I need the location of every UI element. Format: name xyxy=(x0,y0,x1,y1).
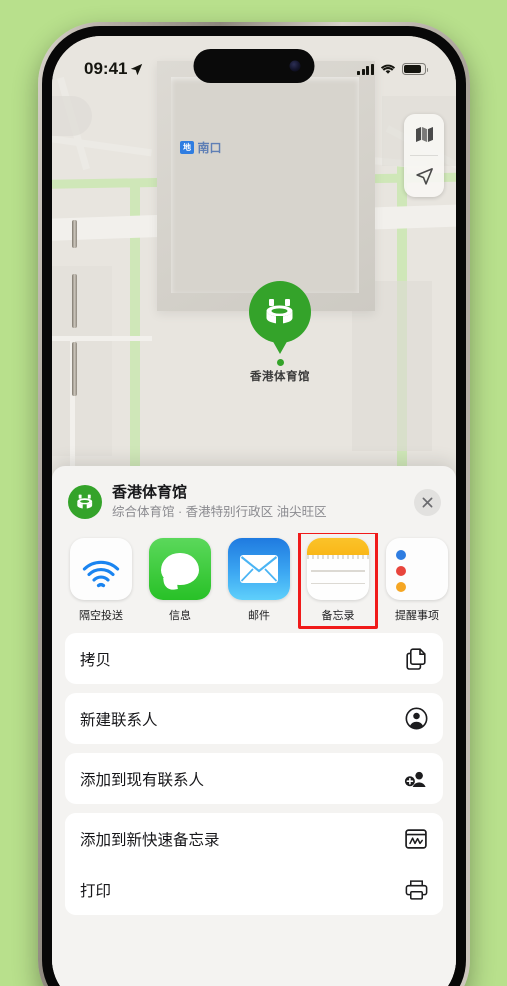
map-pin[interactable]: 香港体育馆 xyxy=(235,281,325,384)
copy-icon xyxy=(404,647,428,670)
action-group: 添加到新快速备忘录 打印 xyxy=(65,813,443,915)
share-sheet: 香港体育馆 综合体育馆 · 香港特别行政区 油尖旺区 隔空投送 信息 邮件 备忘… xyxy=(52,466,456,986)
share-app-reminders[interactable]: 提醒事项 xyxy=(386,538,448,623)
reminders-icon xyxy=(386,538,448,600)
transit-badge-icon: 地 xyxy=(180,141,194,154)
close-icon xyxy=(422,497,433,507)
share-app-notes[interactable]: 备忘录 xyxy=(298,533,378,629)
action-row-new-contact[interactable]: 新建联系人 xyxy=(65,693,443,744)
share-sheet-header: 香港体育馆 综合体育馆 · 香港特别行政区 油尖旺区 xyxy=(52,466,456,533)
stadium-pin-icon xyxy=(249,281,311,343)
folded-map-icon xyxy=(415,126,433,143)
map-controls xyxy=(404,114,444,197)
place-title: 香港体育馆 xyxy=(112,484,188,501)
action-row-add-existing-contact[interactable]: 添加到现有联系人 xyxy=(65,753,443,804)
share-app-label: 邮件 xyxy=(248,610,270,622)
printer-glyph xyxy=(405,880,427,900)
notes-perforation xyxy=(307,555,369,559)
status-time-group: 09:41 xyxy=(84,59,143,79)
battery-icon xyxy=(402,63,429,75)
share-action-list: 拷贝 新建联系人 添加到现有联系人 添加到新快速备忘录 打印 xyxy=(52,633,456,915)
notes-icon xyxy=(307,538,369,600)
action-label: 拷贝 xyxy=(80,651,112,669)
volume-down-button[interactable] xyxy=(72,342,77,396)
coliseum-building xyxy=(157,61,375,311)
transit-label: 南口 xyxy=(197,141,222,155)
place-info: 香港体育馆 综合体育馆 · 香港特别行政区 油尖旺区 xyxy=(112,484,404,520)
quick-note-icon xyxy=(404,828,428,849)
location-arrow-icon xyxy=(131,63,143,75)
place-subtitle: 综合体育馆 · 香港特别行政区 油尖旺区 xyxy=(112,504,327,519)
person-circle-glyph xyxy=(405,707,427,730)
action-group: 新建联系人 xyxy=(65,693,443,744)
person-add-glyph xyxy=(404,771,426,787)
phone-bezel: 地 南口 香港体育馆 09:41 香港体育馆 综合体育馆 · 香港特别行政区 油… xyxy=(42,26,466,986)
quick-note-glyph xyxy=(405,828,427,849)
messages-icon xyxy=(149,538,211,600)
action-label: 新建联系人 xyxy=(80,711,158,729)
copy-glyph xyxy=(406,647,426,670)
action-row-new-quick-note[interactable]: 添加到新快速备忘录 xyxy=(65,813,443,864)
dynamic-island xyxy=(193,49,315,83)
envelope-glyph xyxy=(240,555,278,583)
status-time: 09:41 xyxy=(84,59,128,78)
person-circle-icon xyxy=(404,707,428,730)
stadium-icon xyxy=(266,299,293,324)
person-add-icon xyxy=(404,768,428,790)
share-app-row: 隔空投送 信息 邮件 备忘录 提醒事项 xyxy=(52,533,456,633)
share-app-messages[interactable]: 信息 xyxy=(149,538,211,623)
transit-entrance-marker[interactable]: 地 南口 xyxy=(180,139,222,156)
pin-anchor-dot xyxy=(276,359,284,366)
phone-frame: 地 南口 香港体育馆 09:41 香港体育馆 综合体育馆 · 香港特别行政区 油… xyxy=(38,22,470,986)
front-camera-icon xyxy=(289,60,301,72)
share-app-label: 提醒事项 xyxy=(395,610,439,622)
speech-bubble-glyph xyxy=(161,553,199,585)
close-button[interactable] xyxy=(414,488,441,516)
map-type-button[interactable] xyxy=(404,114,444,155)
share-app-label: 信息 xyxy=(169,610,191,622)
action-group: 拷贝 xyxy=(65,633,443,684)
share-app-mail[interactable]: 邮件 xyxy=(228,538,290,623)
airdrop-glyph xyxy=(82,560,120,588)
phone-screen: 地 南口 香港体育馆 09:41 香港体育馆 综合体育馆 · 香港特别行政区 油… xyxy=(52,36,456,986)
status-indicators xyxy=(357,63,429,75)
place-avatar xyxy=(68,485,102,519)
airdrop-icon xyxy=(70,538,132,600)
action-label: 添加到新快速备忘录 xyxy=(80,831,220,849)
action-row-print[interactable]: 打印 xyxy=(65,864,443,915)
action-label: 添加到现有联系人 xyxy=(80,771,205,789)
pin-label: 香港体育馆 xyxy=(250,371,310,383)
cellular-bars-icon xyxy=(357,63,374,75)
mail-icon xyxy=(228,538,290,600)
notes-header-strip xyxy=(307,538,369,555)
share-app-airdrop[interactable]: 隔空投送 xyxy=(70,538,132,623)
action-row-copy[interactable]: 拷贝 xyxy=(65,633,443,684)
printer-icon xyxy=(404,879,428,900)
wifi-icon xyxy=(380,64,396,74)
share-app-label: 备忘录 xyxy=(321,610,355,622)
locate-me-button[interactable] xyxy=(404,156,444,197)
action-label: 打印 xyxy=(80,882,112,900)
action-group: 添加到现有联系人 xyxy=(65,753,443,804)
navigation-arrow-icon xyxy=(415,168,433,185)
silent-switch[interactable] xyxy=(72,220,77,248)
volume-up-button[interactable] xyxy=(72,274,77,328)
share-app-label: 隔空投送 xyxy=(79,610,123,622)
stadium-icon xyxy=(77,494,93,509)
